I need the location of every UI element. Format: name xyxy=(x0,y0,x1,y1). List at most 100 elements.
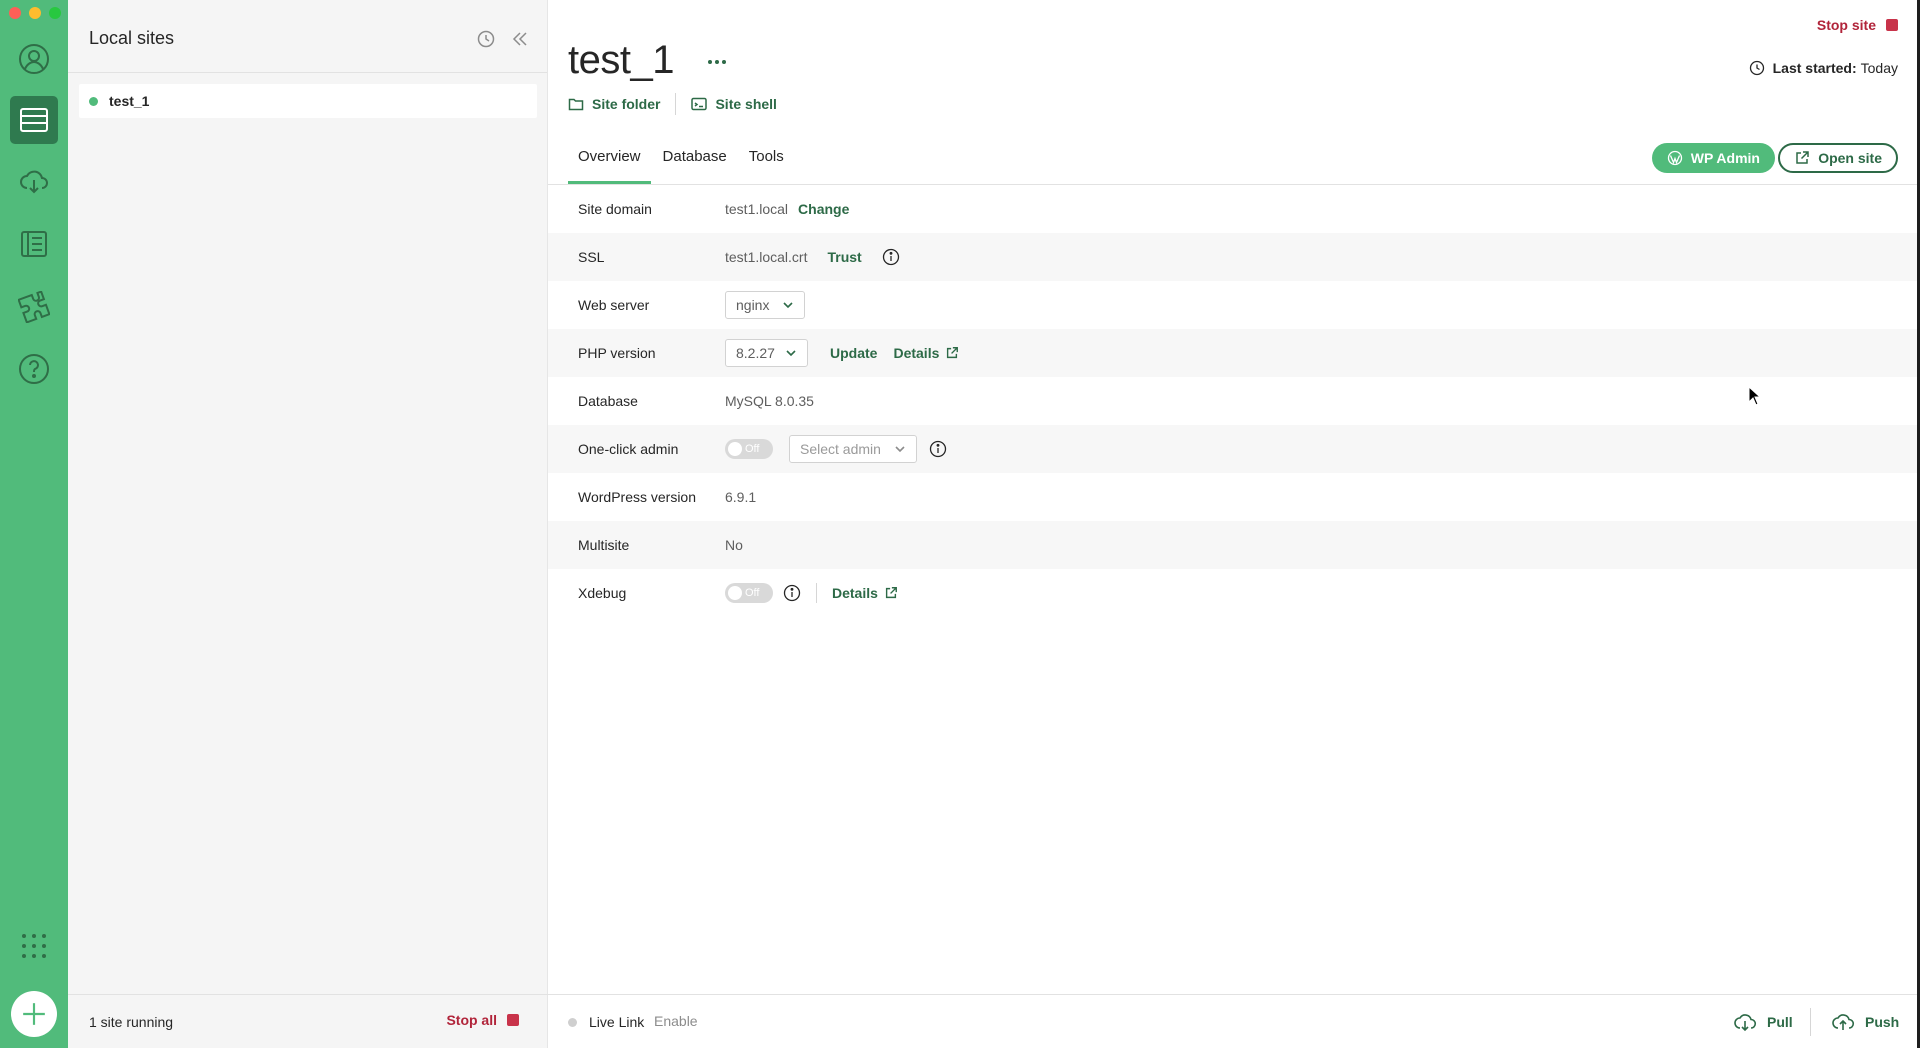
stop-icon xyxy=(507,1014,519,1026)
one-click-admin-toggle[interactable]: Off xyxy=(725,439,773,459)
sidebar-header: Local sites xyxy=(68,0,547,73)
row-multisite: Multisite No xyxy=(548,521,1920,569)
row-php-version: PHP version 8.2.27 Update Details xyxy=(548,329,1920,377)
stop-all-label: Stop all xyxy=(446,1012,497,1028)
collapse-sidebar-icon[interactable] xyxy=(510,29,530,49)
more-dots-icon xyxy=(715,60,719,64)
live-link-status-dot xyxy=(568,1018,577,1027)
info-icon[interactable] xyxy=(929,440,947,458)
xdebug-details-link[interactable]: Details xyxy=(832,585,898,601)
site-shell-link[interactable]: Site shell xyxy=(691,96,777,112)
rail-connect-button[interactable] xyxy=(10,158,58,206)
stop-site-button[interactable]: Stop site xyxy=(1817,17,1898,33)
row-label: Xdebug xyxy=(578,585,627,601)
addons-icon xyxy=(18,291,50,323)
rail-addons-button[interactable] xyxy=(10,283,58,331)
wp-admin-button[interactable]: WP Admin xyxy=(1651,143,1775,173)
row-ssl: SSL test1.local.crt Trust xyxy=(548,233,1920,281)
php-version-select[interactable]: 8.2.27 xyxy=(725,339,808,367)
more-options-button[interactable] xyxy=(702,50,732,74)
toggle-state: Off xyxy=(745,443,760,455)
select-admin-dropdown[interactable]: Select admin xyxy=(789,435,917,463)
row-label: SSL xyxy=(578,249,605,265)
rail-sites-button[interactable] xyxy=(10,96,58,144)
minimize-window-button[interactable] xyxy=(29,7,41,19)
push-button[interactable]: Push xyxy=(1831,1012,1899,1032)
site-folder-link[interactable]: Site folder xyxy=(568,96,660,112)
open-site-label: Open site xyxy=(1818,150,1882,166)
plus-icon xyxy=(23,1003,45,1025)
site-shell-label: Site shell xyxy=(715,96,777,112)
toggle-state: Off xyxy=(745,587,760,599)
row-wordpress-version: WordPress version 6.9.1 xyxy=(548,473,1920,521)
tab-tools[interactable]: Tools xyxy=(739,140,794,185)
php-details-link[interactable]: Details xyxy=(893,345,959,361)
rail-account-button[interactable] xyxy=(10,35,58,83)
update-php-button[interactable]: Update xyxy=(830,345,877,361)
site-quick-links: Site folder Site shell xyxy=(568,93,777,115)
more-dots-icon xyxy=(708,60,712,64)
close-window-button[interactable] xyxy=(9,7,21,19)
cloud-icon xyxy=(20,170,48,194)
site-status-dot xyxy=(89,96,98,106)
live-link-enable-button[interactable]: Enable xyxy=(654,1013,698,1029)
site-domain-value: test1.local xyxy=(725,201,789,217)
row-web-server: Web server nginx xyxy=(548,281,1920,329)
last-started-label: Last started: xyxy=(1772,60,1857,76)
row-site-domain: Site domain test1.local Change xyxy=(548,185,1920,233)
row-value: Off Details xyxy=(725,583,898,603)
window-controls xyxy=(9,7,61,19)
rail-blueprints-button[interactable] xyxy=(10,220,58,268)
trust-ssl-button[interactable]: Trust xyxy=(827,249,861,265)
row-value: nginx xyxy=(725,291,805,319)
chevron-down-icon xyxy=(895,446,905,453)
row-database: Database MySQL 8.0.35 xyxy=(548,377,1920,425)
clock-icon[interactable] xyxy=(476,29,496,49)
push-label: Push xyxy=(1865,1014,1900,1030)
row-one-click-admin: One-click admin Off Select admin xyxy=(548,425,1920,473)
sites-sidebar: Local sites test_1 1 site running Stop a… xyxy=(68,0,548,1048)
database-value: MySQL 8.0.35 xyxy=(725,393,814,409)
open-site-button[interactable]: Open site xyxy=(1778,143,1898,173)
wordpress-icon xyxy=(1667,150,1682,166)
external-link-icon xyxy=(885,587,897,599)
php-details-label: Details xyxy=(893,345,940,361)
info-icon[interactable] xyxy=(882,248,900,266)
grid-icon xyxy=(22,934,46,958)
row-label: Site domain xyxy=(578,201,652,217)
rail-help-button[interactable] xyxy=(10,345,58,393)
chevron-down-icon xyxy=(786,350,796,357)
pull-button[interactable]: Pull xyxy=(1733,1012,1793,1032)
rail-apps-button[interactable] xyxy=(10,922,58,970)
sites-running-count: 1 site running xyxy=(89,1013,174,1030)
zoom-window-button[interactable] xyxy=(49,7,61,19)
add-site-button[interactable] xyxy=(11,991,57,1037)
app-rail xyxy=(0,0,68,1048)
site-tabs: Overview Database Tools xyxy=(568,140,796,185)
row-xdebug: Xdebug Off Details xyxy=(548,569,1920,617)
row-value: Off Select admin xyxy=(725,435,947,463)
row-value: test1.local.crt Trust xyxy=(725,248,900,266)
wp-admin-label: WP Admin xyxy=(1690,150,1760,166)
row-label: One-click admin xyxy=(578,441,679,457)
site-list-item[interactable]: test_1 xyxy=(79,84,537,118)
terminal-icon xyxy=(691,97,708,111)
overview-table: Site domain test1.local Change SSL test1… xyxy=(548,185,1920,617)
info-icon[interactable] xyxy=(783,584,801,602)
row-value: 6.9.1 xyxy=(725,489,756,505)
select-admin-placeholder: Select admin xyxy=(800,441,881,457)
site-main-panel: test_1 Site folder Site shell Stop site … xyxy=(548,0,1920,1048)
stop-all-button[interactable]: Stop all xyxy=(446,1012,519,1028)
row-label: Multisite xyxy=(578,537,630,553)
web-server-select[interactable]: nginx xyxy=(725,291,805,319)
site-list-item-name: test_1 xyxy=(109,93,150,109)
row-value: No xyxy=(725,537,743,553)
tab-database[interactable]: Database xyxy=(653,140,737,185)
pull-label: Pull xyxy=(1767,1014,1793,1030)
change-domain-button[interactable]: Change xyxy=(798,201,849,217)
divider xyxy=(1810,1008,1811,1036)
row-label: Web server xyxy=(578,297,650,313)
xdebug-toggle[interactable]: Off xyxy=(725,583,773,603)
tab-overview[interactable]: Overview xyxy=(568,140,651,185)
cloud-download-icon xyxy=(1734,1014,1757,1032)
